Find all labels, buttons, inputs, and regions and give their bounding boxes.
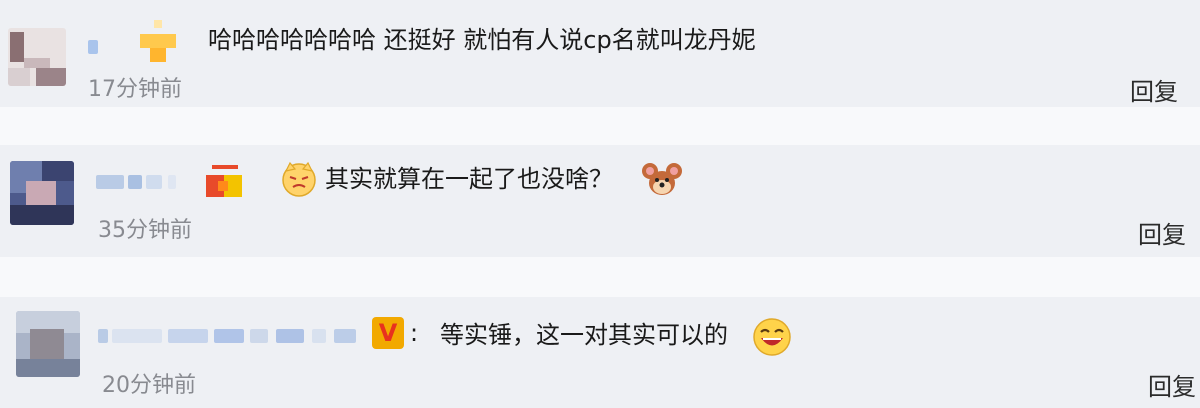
username-blurred[interactable]	[98, 329, 362, 343]
comment-text: 其实就算在一起了也没啥？	[325, 165, 613, 193]
reply-button[interactable]: 回复	[1138, 221, 1186, 249]
level-badge-icon	[140, 20, 176, 64]
avatar[interactable]	[8, 28, 66, 86]
comment-time: 35分钟前	[98, 218, 192, 243]
verified-badge-label: V	[378, 319, 398, 347]
comment-text: 等实锤，这一对其实可以的	[440, 321, 728, 349]
username-blurred[interactable]	[96, 175, 186, 189]
comment-item-3: V : 等实锤，这一对其实可以的 20分钟前 回复	[0, 297, 1200, 408]
avatar[interactable]	[16, 311, 80, 377]
reply-button[interactable]: 回复	[1148, 373, 1196, 401]
cat-face-emoji-icon	[282, 161, 316, 197]
comment-separator	[0, 107, 1200, 145]
comment-item-1: 哈哈哈哈哈哈哈 还挺好 就怕有人说cp名就叫龙丹妮 17分钟前 回复	[0, 0, 1200, 107]
comment-item-2: 其实就算在一起了也没啥？ 35分钟前 回复	[0, 145, 1200, 257]
laughing-face-emoji-icon	[753, 318, 791, 356]
comment-time: 20分钟前	[102, 373, 196, 398]
reply-button[interactable]: 回复	[1130, 78, 1178, 106]
comment-time: 17分钟前	[88, 77, 182, 102]
verified-badge-icon: V	[372, 317, 404, 349]
name-separator: :	[410, 319, 419, 347]
comment-separator	[0, 257, 1200, 297]
member-badge-icon	[206, 165, 242, 199]
comment-text: 哈哈哈哈哈哈哈 还挺好 就怕有人说cp名就叫龙丹妮	[208, 26, 756, 54]
username-blurred[interactable]	[88, 40, 128, 54]
avatar[interactable]	[10, 161, 74, 225]
jerry-mouse-emoji-icon	[642, 163, 682, 195]
